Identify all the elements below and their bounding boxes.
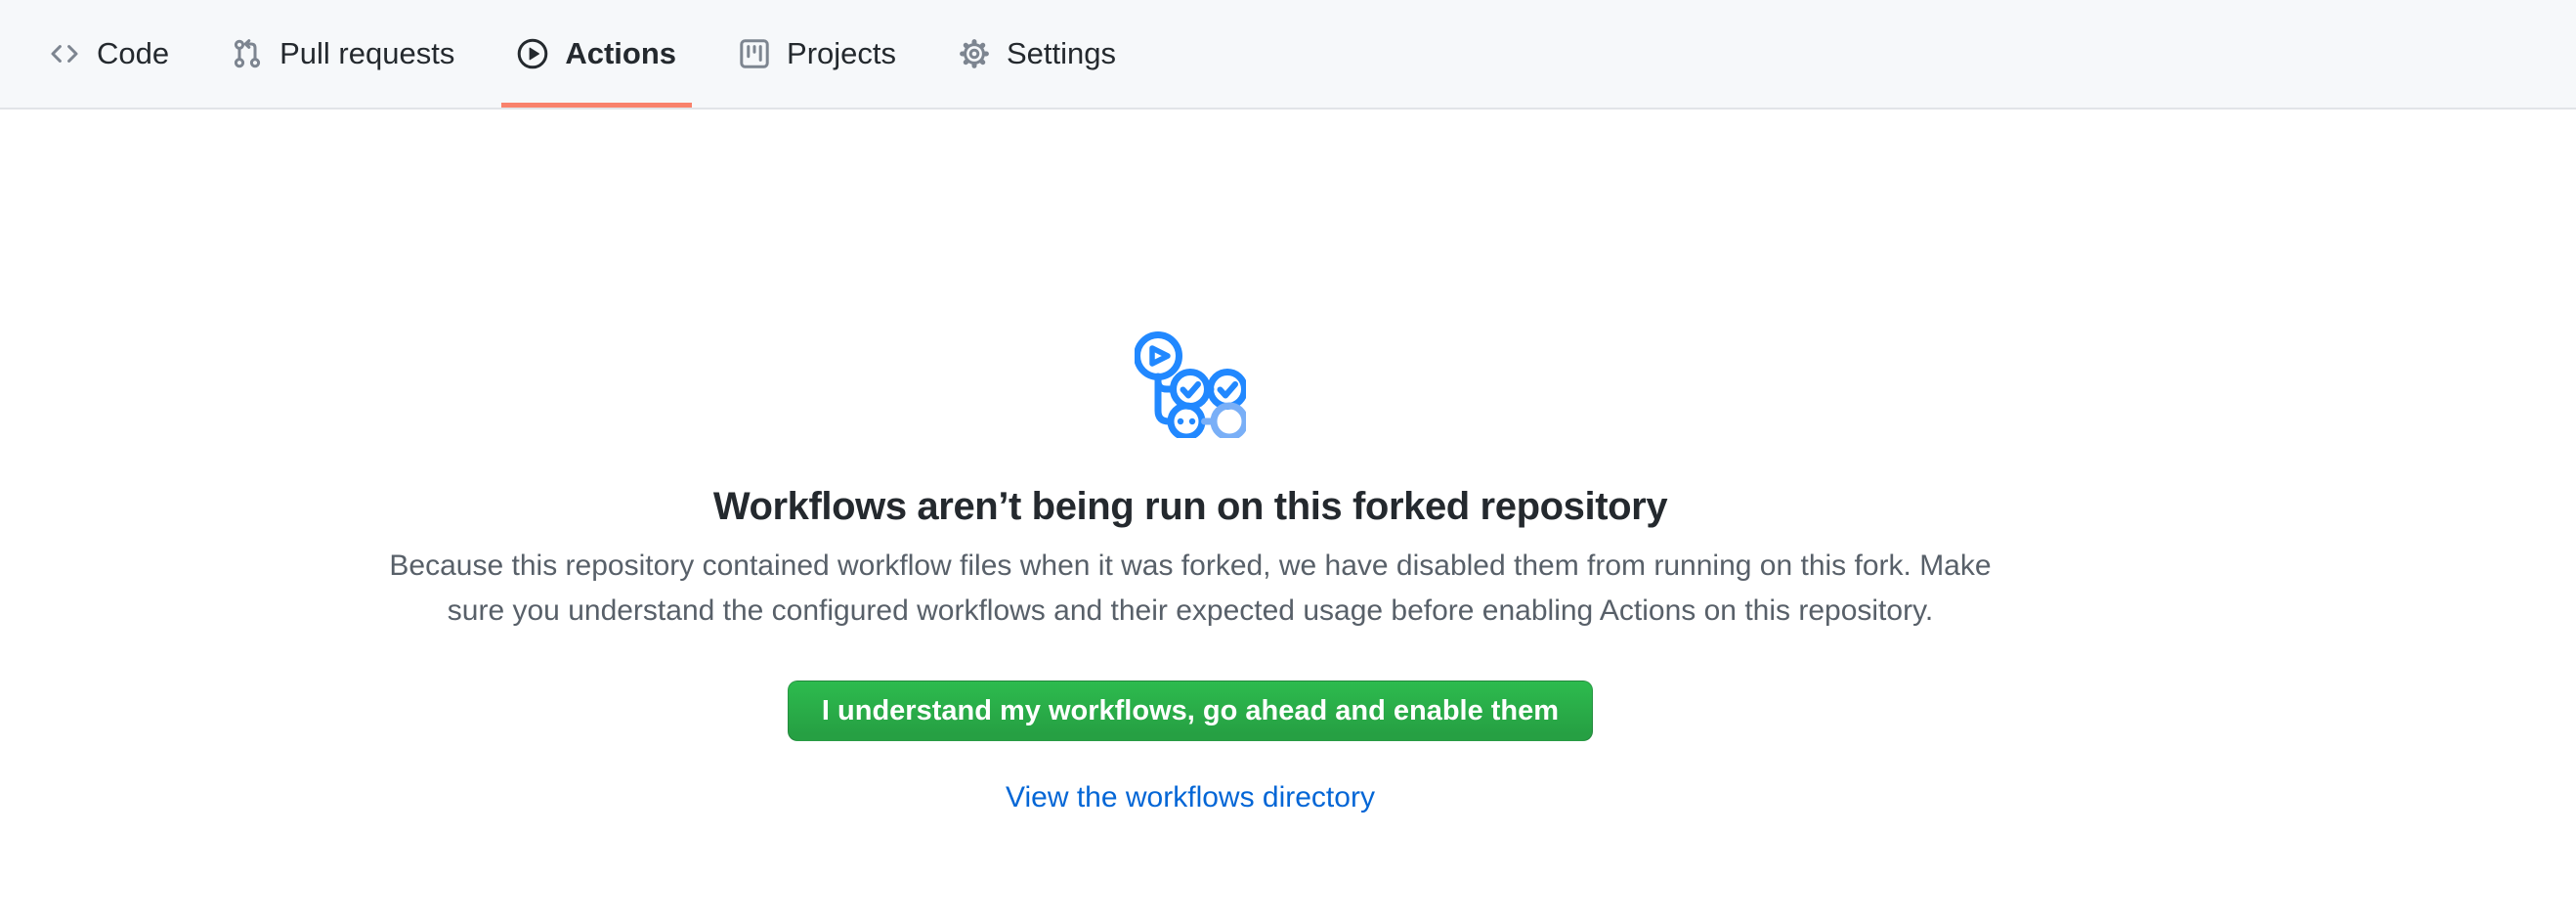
gear-icon: [959, 38, 990, 69]
project-board-icon: [739, 38, 770, 69]
enable-workflows-button[interactable]: I understand my workflows, go ahead and …: [788, 681, 1593, 741]
description-line-2: sure you understand the configured workf…: [389, 589, 1991, 634]
tab-actions[interactable]: Actions: [501, 0, 692, 108]
tab-label: Code: [97, 36, 169, 71]
tab-label: Pull requests: [279, 36, 454, 71]
tab-projects[interactable]: Projects: [723, 0, 912, 108]
tab-label: Projects: [787, 36, 896, 71]
view-workflows-directory-link[interactable]: View the workflows directory: [1006, 780, 1375, 815]
tab-pull-requests[interactable]: Pull requests: [216, 0, 470, 108]
actions-blankslate: Workflows aren’t being run on this forke…: [0, 110, 2576, 815]
workflow-graph-icon: [1135, 328, 1246, 438]
description-line-1: Because this repository contained workfl…: [389, 544, 1991, 589]
tab-settings[interactable]: Settings: [943, 0, 1132, 108]
blankslate-title: Workflows aren’t being run on this forke…: [713, 483, 1667, 530]
tab-label: Settings: [1007, 36, 1116, 71]
tab-label: Actions: [565, 36, 676, 71]
tab-code[interactable]: Code: [33, 0, 185, 108]
code-icon: [49, 38, 80, 69]
blankslate-description: Because this repository contained workfl…: [389, 544, 1991, 634]
git-pull-request-icon: [232, 38, 263, 69]
play-circle-icon: [517, 38, 548, 69]
repo-tab-bar: Code Pull requests Actions: [0, 0, 2576, 110]
